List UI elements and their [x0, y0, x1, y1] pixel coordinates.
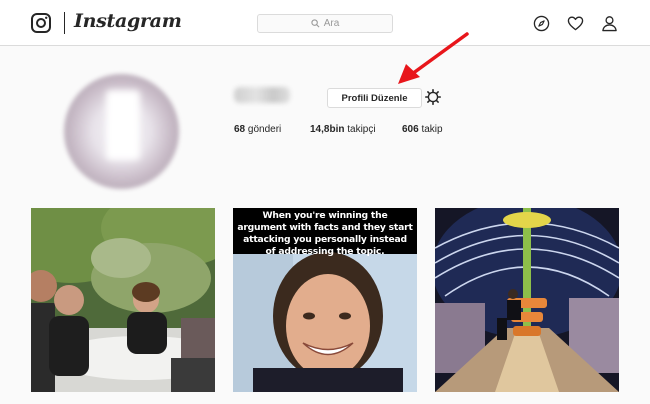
edit-profile-button[interactable]: Profili Düzenle	[327, 88, 422, 108]
meme-caption-text: When you're winning the argument with fa…	[237, 210, 413, 257]
following-label: takip	[421, 124, 443, 135]
group-photo-image	[31, 208, 215, 392]
profile-avatar[interactable]	[64, 74, 179, 189]
search-placeholder: Ara	[323, 18, 340, 29]
top-navigation-bar: Instagram Ara	[0, 0, 650, 46]
search-icon	[311, 19, 320, 28]
username-blurred	[234, 87, 290, 103]
logo-divider	[64, 12, 65, 34]
following-count: 606	[402, 124, 419, 135]
stat-followers[interactable]: 14,8bin takipçi	[310, 124, 376, 135]
stat-following[interactable]: 606 takip	[402, 124, 443, 135]
user-icon[interactable]	[601, 15, 618, 32]
stat-posts: 68 gönderi	[234, 124, 281, 135]
post-thumbnail-meme[interactable]: When you're winning the argument with fa…	[233, 208, 417, 392]
settings-gear-icon[interactable]	[425, 89, 441, 105]
search-input[interactable]: Ara	[257, 14, 393, 33]
posts-label: gönderi	[247, 124, 282, 135]
avatar-blurred-content	[106, 90, 140, 160]
followers-count: 14,8bin	[310, 124, 345, 135]
instagram-camera-icon[interactable]	[31, 13, 51, 33]
post-thumbnail-metro-station[interactable]	[435, 208, 619, 392]
posts-count: 68	[234, 124, 246, 135]
compass-icon[interactable]	[533, 15, 550, 32]
annotation-arrow-icon	[398, 32, 469, 84]
followers-label: takipçi	[347, 124, 376, 135]
heart-icon[interactable]	[567, 15, 584, 32]
metro-station-image	[435, 208, 619, 392]
instagram-wordmark[interactable]: Instagram	[74, 10, 182, 32]
post-thumbnail-group-photo[interactable]	[31, 208, 215, 392]
